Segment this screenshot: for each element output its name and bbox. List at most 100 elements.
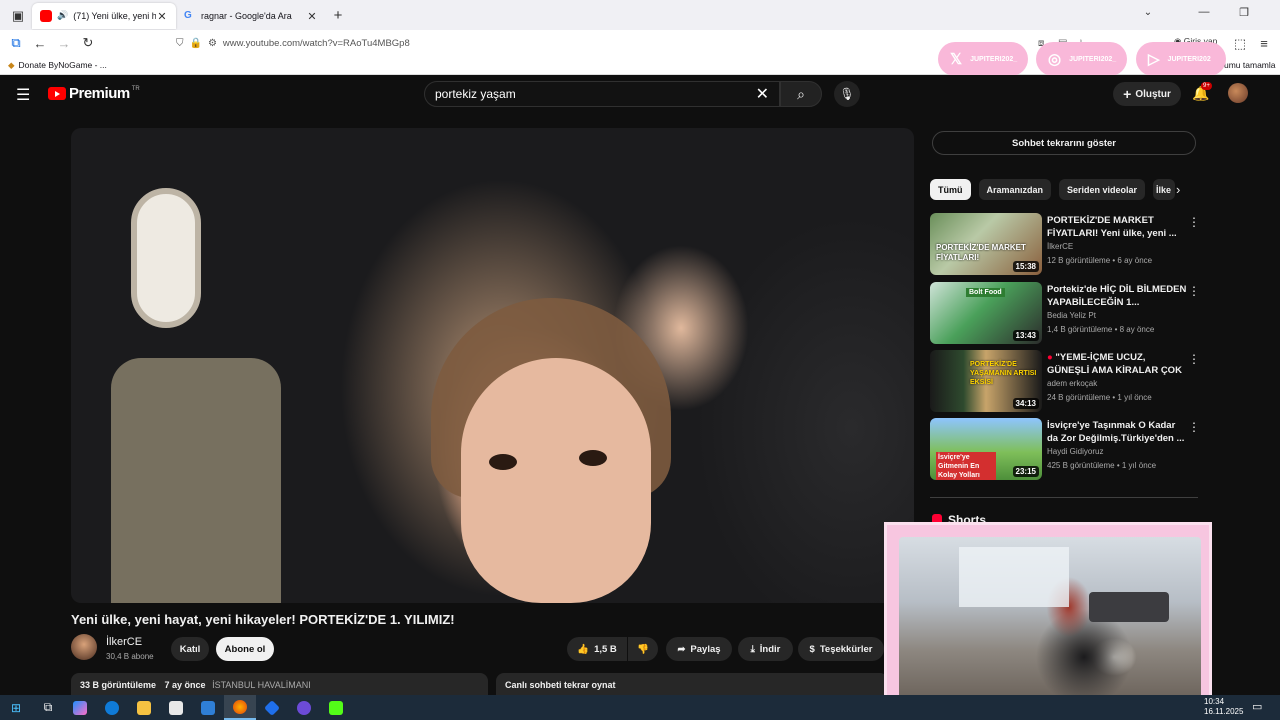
hamburger-menu-icon[interactable]: ☰ xyxy=(16,85,30,105)
speaker-icon[interactable]: 🔊 xyxy=(57,10,68,22)
taskbar-app[interactable] xyxy=(288,695,320,720)
recommendation-title[interactable]: İsviçre'ye Taşınmak O Kadar da Zor Değil… xyxy=(1047,419,1187,445)
video-thumbnail[interactable]: PORTEKİZ'DE YAŞAMANIN ARTISI EKSİSİ 34:1… xyxy=(930,350,1042,412)
recommendation-channel[interactable]: Haydi Gidiyoruz xyxy=(1047,447,1103,456)
recommendation-channel[interactable]: adem erkoçak xyxy=(1047,379,1097,388)
seat xyxy=(111,358,281,603)
chevron-right-icon[interactable]: › xyxy=(1176,182,1180,197)
taskbar-app[interactable] xyxy=(192,695,224,720)
recommendation-item[interactable]: PORTEKİZ'DE MARKET FİYATLARI! 15:38 PORT… xyxy=(930,213,1200,275)
download-label: İndir xyxy=(759,643,781,655)
tab-overview-icon[interactable]: ▣ xyxy=(6,8,30,24)
notifications-button[interactable]: 🔔 9+ xyxy=(1192,82,1212,102)
more-options-icon[interactable]: ⋮ xyxy=(1188,284,1200,298)
kick-icon xyxy=(329,700,343,715)
extensions-icon[interactable]: ⬚ xyxy=(1228,36,1252,52)
share-icon: ➦ xyxy=(677,643,686,655)
more-options-icon[interactable]: ⋮ xyxy=(1188,420,1200,434)
chip-from-series[interactable]: Seriden videolar xyxy=(1059,179,1146,200)
thumbs-up-icon: 👍 xyxy=(577,643,590,655)
join-label: Katıl xyxy=(179,643,201,655)
task-view-icon: ⧉ xyxy=(43,700,53,714)
close-window-icon[interactable]: ✕ xyxy=(1264,6,1280,19)
system-clock[interactable]: 10:34 16.11.2025 xyxy=(1204,697,1243,717)
lock-icon[interactable]: 🔒 xyxy=(190,38,202,49)
more-options-icon[interactable]: ⋮ xyxy=(1188,352,1200,366)
video-age: 7 ay önce xyxy=(164,680,206,690)
account-avatar[interactable] xyxy=(1228,83,1248,103)
taskbar-app[interactable] xyxy=(96,695,128,720)
youtube-logo[interactable]: Premium TR xyxy=(48,85,140,102)
chip-related[interactable]: İlke xyxy=(1153,179,1176,200)
maximize-icon[interactable]: ❐ xyxy=(1224,6,1264,19)
shield-icon[interactable]: ⛉ xyxy=(176,38,184,49)
recommendation-title[interactable]: PORTEKİZ'DE MARKET FİYATLARI! Yeni ülke,… xyxy=(1047,214,1187,240)
taskbar-app[interactable] xyxy=(320,695,352,720)
recommendation-channel[interactable]: Bedia Yeliz Pt xyxy=(1047,311,1096,320)
chip-all[interactable]: Tümü xyxy=(930,179,971,200)
channel-name[interactable]: İlkerCE xyxy=(106,636,142,648)
x-logo-icon: 𝕏 xyxy=(950,51,963,68)
recommendation-channel[interactable]: İlkerCE xyxy=(1047,242,1073,251)
chip-from-search[interactable]: Aramanızdan xyxy=(978,179,1052,200)
taskbar-app[interactable] xyxy=(64,695,96,720)
clear-search-icon[interactable]: ✕ xyxy=(756,84,769,104)
dislike-button[interactable]: 👎 xyxy=(628,637,658,661)
taskbar-app[interactable] xyxy=(160,695,192,720)
more-options-icon[interactable]: ⋮ xyxy=(1188,215,1200,229)
recommendation-meta: 24 B görüntüleme • 1 yıl önce xyxy=(1047,393,1152,402)
tab-google[interactable]: G ragnar - Google'da Ara ✕ xyxy=(176,3,326,29)
notification-center-icon[interactable]: ▭ xyxy=(1252,700,1262,713)
recommendation-meta: 1,4 B görüntüleme • 8 ay önce xyxy=(1047,325,1155,334)
search-button[interactable]: ⌕ xyxy=(780,81,822,107)
video-location[interactable]: İSTANBUL HAVALİMANI xyxy=(212,680,311,690)
bookmark-item[interactable]: Donate ByNoGame - ... xyxy=(19,60,107,70)
permissions-icon[interactable]: ⚙ xyxy=(208,38,217,49)
firefox-icon xyxy=(233,699,247,714)
subscribe-button[interactable]: Abone ol xyxy=(216,637,274,661)
thanks-label: Teşekkürler xyxy=(819,643,873,655)
social-overlay-youtube: ▷ JUPITERI202 xyxy=(1136,42,1226,76)
age: 8 ay önce xyxy=(1119,325,1155,334)
tab-youtube[interactable]: 🔊 (71) Yeni ülke, yeni hayat, yeni hikay… xyxy=(32,3,176,29)
share-button[interactable]: ➦ Paylaş xyxy=(666,637,732,661)
search-input[interactable]: portekiz yaşam ✕ xyxy=(424,81,780,107)
menu-icon[interactable]: ≡ xyxy=(1252,36,1276,51)
recommendation-title[interactable]: ● "YEME-İÇME UCUZ, GÜNEŞLİ AMA KİRALAR Ç… xyxy=(1047,351,1187,378)
video-thumbnail[interactable]: Bolt Food 13:43 xyxy=(930,282,1042,344)
recommendation-item[interactable]: PORTEKİZ'DE YAŞAMANIN ARTISI EKSİSİ 34:1… xyxy=(930,350,1200,412)
minimize-icon[interactable]: — xyxy=(1184,6,1224,19)
recommendation-item[interactable]: İsviçre'ye Gitmenin En Kolay Yolları 23:… xyxy=(930,418,1200,480)
video-thumbnail[interactable]: PORTEKİZ'DE MARKET FİYATLARI! 15:38 xyxy=(930,213,1042,275)
social-overlay-x: 𝕏 JUPITERI202_ xyxy=(938,42,1028,76)
forward-icon[interactable]: → xyxy=(52,36,76,51)
create-label: Oluştur xyxy=(1135,88,1171,100)
thanks-button[interactable]: $ Teşekkürler xyxy=(798,637,884,661)
back-icon[interactable]: ← xyxy=(28,36,52,51)
recommendation-title[interactable]: Portekiz'de HİÇ DİL BİLMEDEN YAPABİLECEĞ… xyxy=(1047,283,1187,309)
bookmark-item[interactable]: umu tamamla xyxy=(1224,60,1276,70)
sidebar-icon[interactable]: ⧉ xyxy=(4,35,28,51)
taskbar-app[interactable] xyxy=(256,695,288,720)
reload-icon[interactable]: ↻ xyxy=(76,35,100,51)
join-button[interactable]: Katıl xyxy=(171,637,209,661)
download-button[interactable]: ⤓ İndir xyxy=(738,637,793,661)
new-tab-button[interactable]: + xyxy=(326,7,350,24)
task-view-button[interactable]: ⧉ xyxy=(32,695,64,720)
instagram-logo-icon: ◎ xyxy=(1048,51,1062,68)
recommendation-item[interactable]: Bolt Food 13:43 Portekiz'de HİÇ DİL BİLM… xyxy=(930,282,1200,344)
channel-avatar[interactable] xyxy=(71,634,97,660)
start-button[interactable]: ⊞ xyxy=(0,695,32,720)
tab-list-chevron-icon[interactable]: ⌄ xyxy=(1136,7,1160,18)
create-button[interactable]: + Oluştur xyxy=(1113,82,1181,106)
video-player[interactable] xyxy=(71,128,914,603)
close-tab-icon[interactable]: ✕ xyxy=(156,10,168,23)
close-tab-icon[interactable]: ✕ xyxy=(306,10,318,23)
video-thumbnail[interactable]: İsviçre'ye Gitmenin En Kolay Yolları 23:… xyxy=(930,418,1042,480)
voice-search-button[interactable]: 🎙 xyxy=(834,81,860,107)
show-chat-replay-button[interactable]: Sohbet tekrarını göster xyxy=(932,131,1196,155)
like-button[interactable]: 👍 1,5 B xyxy=(567,637,627,661)
taskbar-app[interactable] xyxy=(224,695,256,720)
url-text: www.youtube.com/watch?v=RAoTu4MBGp8 xyxy=(222,37,410,49)
taskbar-app[interactable] xyxy=(128,695,160,720)
